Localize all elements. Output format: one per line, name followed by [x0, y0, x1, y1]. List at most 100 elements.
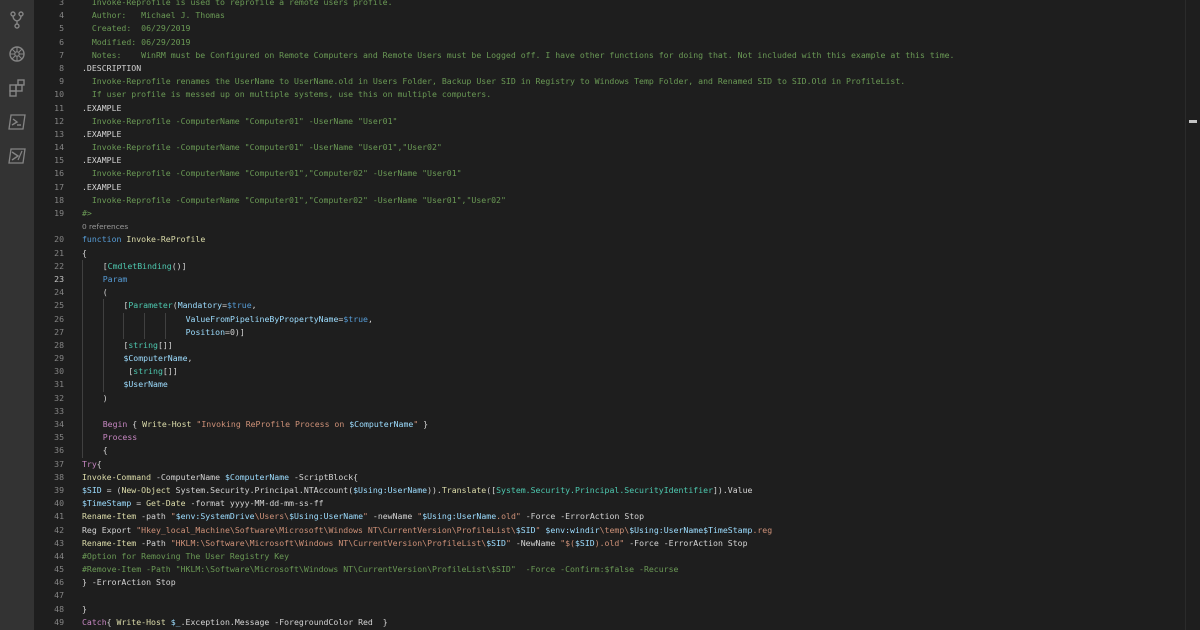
code-token: -ScriptBlock{	[289, 471, 359, 482]
code-line[interactable]: 34 Begin { Write-Host "Invoking ReProfil…	[34, 418, 1186, 432]
line-number: 36	[54, 445, 64, 456]
code-line[interactable]: 48}	[34, 603, 1186, 616]
code-line[interactable]: 46} -ErrorAction Stop	[34, 576, 1186, 589]
code-token: Position	[185, 326, 226, 337]
code-line[interactable]: 17 .EXAMPLE	[34, 181, 1186, 194]
code-line[interactable]: 7 Notes: WinRM must be Configured on Rem…	[34, 49, 1186, 62]
code-line[interactable]: 44 #Option for Removing The User Registry…	[34, 550, 1186, 563]
code-line[interactable]: 35 Process	[34, 431, 1186, 445]
code-line[interactable]: 40 $TimeStamp = Get-Date -format yyyy-MM-…	[34, 497, 1186, 510]
debug-icon[interactable]	[7, 44, 27, 64]
code-token: Process	[102, 432, 138, 443]
code-line[interactable]: 4 Author: Michael J. Thomas	[34, 9, 1186, 22]
code-token: Begin	[102, 419, 128, 429]
code-line[interactable]: 10 If user profile is messed up on multi…	[34, 88, 1186, 101]
code-line[interactable]: 6 Modified: 06/29/2019	[34, 36, 1186, 49]
code-line[interactable]: 38 Invoke-Command -ComputerName $Computer…	[34, 471, 1186, 484]
powershell-icon[interactable]	[7, 112, 27, 132]
code-token: "$(	[560, 537, 575, 548]
code-token: ]).Value	[713, 484, 753, 495]
code-line[interactable]: 31 $UserName	[34, 378, 1186, 392]
vertical-scrollbar[interactable]	[1185, 0, 1200, 630]
activity-bar	[0, 0, 34, 630]
code-line[interactable]: 11 .EXAMPLE	[34, 102, 1186, 115]
line-number: 3	[59, 0, 64, 7]
code-line[interactable]: 23 Param	[34, 272, 1186, 287]
line-text: Invoke-Reprofile renames the UserName to…	[82, 75, 905, 88]
code-line[interactable]: 24 (	[34, 286, 1186, 300]
line-number: 26	[54, 313, 64, 324]
code-line[interactable]: 13 .EXAMPLE	[34, 128, 1186, 141]
code-token: New-Object	[121, 484, 171, 495]
line-text: $ComputerName,	[82, 352, 192, 366]
code-token: $SID	[486, 537, 506, 548]
line-text: Invoke-Reprofile -ComputerName "Computer…	[82, 194, 506, 207]
code-line[interactable]: 28 [string[]]	[34, 338, 1186, 353]
line-number: 22	[54, 260, 64, 271]
code-token: #Option for Removing The User Registry K…	[82, 550, 290, 561]
line-text: Created: 06/29/2019	[82, 22, 191, 35]
line-text: Begin { Write-Host "Invoking ReProfile P…	[82, 418, 428, 432]
code-line[interactable]: 16 Invoke-Reprofile -ComputerName "Compu…	[34, 167, 1186, 180]
code-line[interactable]: 19 #>	[34, 207, 1186, 220]
code-line[interactable]: 36 {	[34, 444, 1186, 458]
line-text: Invoke-Reprofile -ComputerName "Computer…	[82, 141, 442, 154]
code-editor[interactable]: 3 Invoke-Reprofile is used to reprofile …	[34, 0, 1186, 630]
code-line[interactable]: 9 Invoke-Reprofile renames the UserName …	[34, 75, 1186, 88]
code-line[interactable]: 45 #Remove-Item -Path "HKLM:\Software\Mic…	[34, 563, 1186, 576]
code-line[interactable]: 27 Position=0)]	[34, 325, 1186, 339]
code-line[interactable]: 15 .EXAMPLE	[34, 154, 1186, 167]
code-line[interactable]: 37 Try{	[34, 458, 1186, 471]
code-token: $ComputerName	[123, 353, 188, 364]
code-token: string	[128, 339, 158, 350]
code-line[interactable]: 14 Invoke-Reprofile -ComputerName "Compu…	[34, 141, 1186, 154]
code-line[interactable]: 43 Rename-Item -Path "HKLM:\Software\Micr…	[34, 537, 1186, 550]
code-line[interactable]: 42 Reg Export "Hkey_local_Machine\Softwar…	[34, 524, 1186, 537]
code-line[interactable]: 20 function Invoke-ReProfile	[34, 233, 1186, 246]
code-token: Param	[102, 273, 128, 284]
powershell-alt-icon[interactable]	[7, 146, 27, 166]
code-line[interactable]: 33	[34, 404, 1186, 418]
code-line[interactable]: 8 .DESCRIPTION	[34, 62, 1186, 75]
code-line[interactable]: 39 $SID = (New-Object System.Security.Pri…	[34, 484, 1186, 497]
code-token: ).old"	[594, 537, 625, 548]
line-number: 31	[54, 379, 64, 390]
code-token: System.Security.Principal.SecurityIdenti…	[496, 484, 713, 495]
code-line[interactable]: 26 ValueFromPipelineByPropertyName=$true…	[34, 312, 1186, 326]
code-line[interactable]: 32 )	[34, 391, 1186, 405]
code-line[interactable]: 25 [Parameter(Mandatory=$true,	[34, 299, 1186, 313]
code-line[interactable]: 3 Invoke-Reprofile is used to reprofile …	[34, 0, 1186, 9]
code-token: -ComputerName	[151, 471, 225, 482]
code-line[interactable]: 49 Catch{ Write-Host $_.Exception.Message…	[34, 616, 1186, 629]
code-line[interactable]: 18 Invoke-Reprofile -ComputerName "Compu…	[34, 194, 1186, 207]
source-control-icon[interactable]	[7, 10, 27, 30]
code-token: ,	[368, 313, 373, 324]
code-line[interactable]: 47	[34, 589, 1186, 602]
code-line[interactable]: 12 Invoke-Reprofile -ComputerName "Compu…	[34, 115, 1186, 128]
code-line[interactable]: 22 [CmdletBinding()]	[34, 259, 1186, 273]
code-token: Rename-Item	[82, 537, 137, 548]
line-number: 39	[54, 484, 64, 495]
code-line[interactable]: 5 Created: 06/29/2019	[34, 22, 1186, 35]
line-number: 25	[54, 300, 64, 311]
code-token: $_	[170, 616, 181, 627]
code-line[interactable]: 30 [string[]]	[34, 365, 1186, 379]
code-token: $Using:UserName	[289, 511, 364, 522]
line-number: 43	[54, 537, 64, 548]
extensions-icon[interactable]	[7, 78, 27, 98]
code-line[interactable]: 41 Rename-Item -path "$env:SystemDrive\Us…	[34, 510, 1186, 523]
code-token: $ComputerName	[349, 419, 414, 429]
code-line[interactable]: 29 $ComputerName,	[34, 352, 1186, 366]
codelens-label: 0 references	[82, 222, 129, 232]
code-token: -format yyyy-MM-dd-mm-ss-ff	[185, 498, 324, 509]
code-line[interactable]: 21 {	[34, 247, 1186, 260]
line-number: 13	[54, 128, 64, 139]
codelens-references[interactable]: 0 references	[34, 220, 1186, 233]
line-text: Invoke-Reprofile -ComputerName "Computer…	[82, 167, 462, 180]
line-number: 18	[54, 194, 64, 205]
line-text	[82, 404, 103, 418]
